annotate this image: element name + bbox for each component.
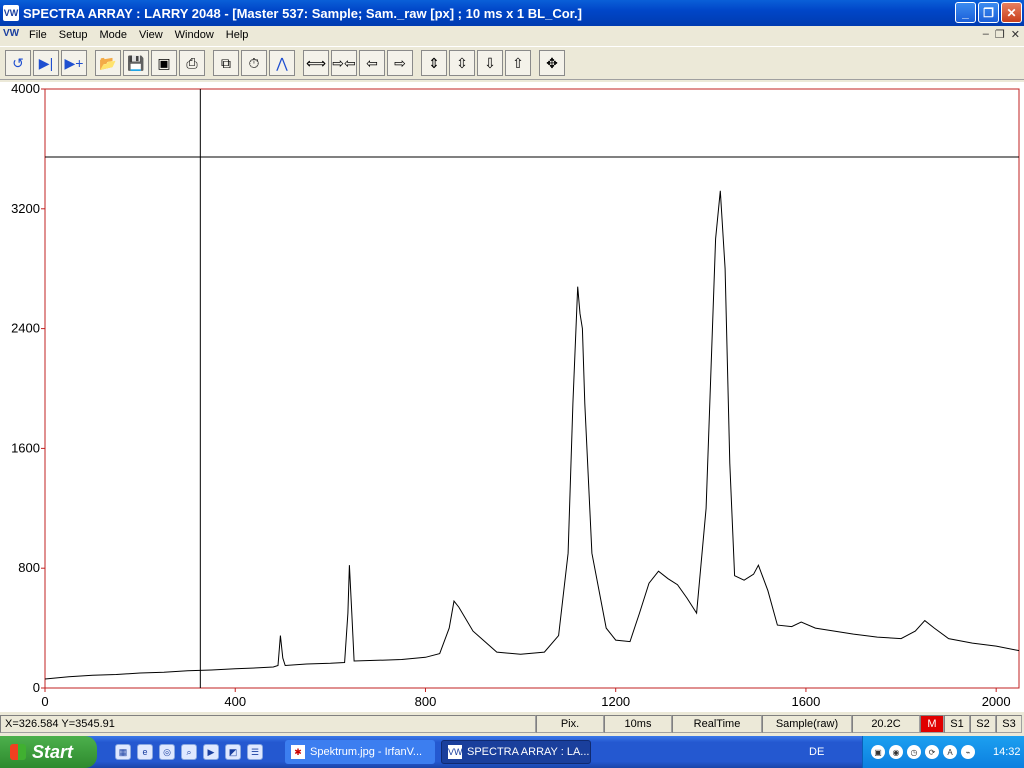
x-tick-label: 1200 bbox=[601, 694, 630, 709]
status-s1[interactable]: S1 bbox=[944, 715, 970, 733]
tray-sync-icon[interactable]: ⟳ bbox=[925, 745, 939, 759]
refresh-icon[interactable]: ↺ bbox=[5, 50, 31, 76]
title-bar: VW SPECTRA ARRAY : LARRY 2048 - [Master … bbox=[0, 0, 1024, 26]
toolbar: ↺ ▶| ▶+ 📂 💾 ▣ ⎙ ⧉ ⏱ ⋀ ⟺ ⇨⇦ ⇦ ⇨ ⇕ ⇳ ⇩ ⇧ ✥ bbox=[0, 46, 1024, 80]
x-tick-label: 0 bbox=[41, 694, 48, 709]
y-tick-label: 3200 bbox=[11, 201, 40, 216]
tray-clock-icon[interactable]: ◷ bbox=[907, 745, 921, 759]
close-button[interactable]: ✕ bbox=[1001, 2, 1022, 23]
start-label: Start bbox=[32, 741, 74, 762]
mdi-controls: – ❐ ✕ bbox=[983, 28, 1020, 41]
task-irfanview-label: Spektrum.jpg - IrfanV... bbox=[310, 746, 423, 758]
menu-view[interactable]: View bbox=[133, 29, 169, 41]
spectrum-chart[interactable]: 0 800 1600 2400 3200 4000 0 400 800 1200 1600 2000 bbox=[0, 81, 1024, 712]
arrow-right-icon[interactable]: ⇨ bbox=[387, 50, 413, 76]
status-time: 10ms bbox=[604, 715, 672, 733]
minimize-button[interactable]: _ bbox=[955, 2, 976, 23]
menu-setup[interactable]: Setup bbox=[53, 29, 94, 41]
peak-icon[interactable]: ⋀ bbox=[269, 50, 295, 76]
windows-flag-icon bbox=[10, 744, 26, 760]
tray-power-icon[interactable]: ⌁ bbox=[961, 745, 975, 759]
status-bar: X=326.584 Y=3545.91 Pix. 10ms RealTime S… bbox=[0, 714, 1024, 734]
open-folder-icon[interactable]: 📂 bbox=[95, 50, 121, 76]
task-spectra-label: SPECTRA ARRAY : LA... bbox=[467, 746, 590, 758]
step-icon[interactable]: ▶| bbox=[33, 50, 59, 76]
quicklaunch-explorer-icon[interactable]: ◩ bbox=[225, 744, 241, 760]
status-s3[interactable]: S3 bbox=[996, 715, 1022, 733]
restore-button[interactable]: ❐ bbox=[978, 2, 999, 23]
x-tick-label: 400 bbox=[224, 694, 246, 709]
move-icon[interactable]: ✥ bbox=[539, 50, 565, 76]
mdi-minimize-icon[interactable]: – bbox=[983, 28, 989, 41]
tray-ati-icon[interactable]: A bbox=[943, 745, 957, 759]
status-coords: X=326.584 Y=3545.91 bbox=[0, 715, 536, 733]
irfanview-icon: ✱ bbox=[291, 745, 305, 759]
clock: 14:32 bbox=[993, 746, 1021, 758]
taskbar: Start ▦ e ◎ ⌕ ▶ ◩ ☰ ✱ Spektrum.jpg - Irf… bbox=[0, 736, 1024, 768]
shrink-horizontal-icon[interactable]: ⇨⇦ bbox=[331, 50, 357, 76]
y-tick-label: 0 bbox=[33, 680, 40, 695]
y-tick-label: 1600 bbox=[11, 440, 40, 455]
status-m-badge[interactable]: M bbox=[920, 715, 944, 733]
mdi-window-icon[interactable]: VW bbox=[3, 28, 19, 42]
menu-mode[interactable]: Mode bbox=[93, 29, 133, 41]
spectra-wave-icon: VW bbox=[448, 745, 463, 759]
start-button[interactable]: Start bbox=[0, 736, 97, 768]
menu-bar: VW File Setup Mode View Window Help bbox=[0, 26, 1024, 44]
status-mode: RealTime bbox=[672, 715, 762, 733]
arrow-up-icon[interactable]: ⇧ bbox=[505, 50, 531, 76]
menu-help[interactable]: Help bbox=[220, 29, 255, 41]
plot-frame bbox=[44, 88, 1020, 689]
run-add-icon[interactable]: ▶+ bbox=[61, 50, 87, 76]
mdi-restore-icon[interactable]: ❐ bbox=[995, 28, 1005, 41]
tray-network-icon[interactable]: ▣ bbox=[871, 745, 885, 759]
mdi-close-icon[interactable]: ✕ bbox=[1011, 28, 1020, 41]
x-tick-label: 1600 bbox=[791, 694, 820, 709]
window-title: SPECTRA ARRAY : LARRY 2048 - [Master 537… bbox=[23, 5, 582, 21]
save-icon[interactable]: 💾 bbox=[123, 50, 149, 76]
system-tray: ▣ ◉ ◷ ⟳ A ⌁ 14:32 bbox=[862, 736, 1024, 768]
tray-volume-icon[interactable]: ◉ bbox=[889, 745, 903, 759]
task-spectra-array[interactable]: VW SPECTRA ARRAY : LA... bbox=[441, 740, 591, 764]
expand-horizontal-icon[interactable]: ⟺ bbox=[303, 50, 329, 76]
expand-vertical-icon[interactable]: ⇕ bbox=[421, 50, 447, 76]
status-temperature: 20.2C bbox=[852, 715, 920, 733]
image-icon[interactable]: ▣ bbox=[151, 50, 177, 76]
window-controls: _ ❐ ✕ bbox=[955, 2, 1022, 23]
quicklaunch-desktop-icon[interactable]: ▦ bbox=[115, 744, 131, 760]
arrow-down-icon[interactable]: ⇩ bbox=[477, 50, 503, 76]
stopwatch-icon[interactable]: ⏱ bbox=[241, 50, 267, 76]
y-tick-label: 4000 bbox=[11, 82, 40, 96]
status-s2[interactable]: S2 bbox=[970, 715, 996, 733]
quicklaunch-notes-icon[interactable]: ☰ bbox=[247, 744, 263, 760]
quicklaunch-media-icon[interactable]: ▶ bbox=[203, 744, 219, 760]
quick-launch: ▦ e ◎ ⌕ ▶ ◩ ☰ bbox=[115, 744, 263, 760]
arrow-left-icon[interactable]: ⇦ bbox=[359, 50, 385, 76]
x-tick-label: 2000 bbox=[982, 694, 1011, 709]
quicklaunch-ie-icon[interactable]: e bbox=[137, 744, 153, 760]
spectrum-plot[interactable]: 0 800 1600 2400 3200 4000 0 400 800 1200 1600 2000 bbox=[0, 81, 1024, 712]
task-irfanview[interactable]: ✱ Spektrum.jpg - IrfanV... bbox=[285, 740, 435, 764]
language-indicator[interactable]: DE bbox=[809, 746, 824, 758]
menu-file[interactable]: File bbox=[23, 29, 53, 41]
y-tick-label: 2400 bbox=[11, 321, 40, 336]
status-source: Sample(raw) bbox=[762, 715, 852, 733]
y-tick-label: 800 bbox=[18, 560, 40, 575]
menu-window[interactable]: Window bbox=[169, 29, 220, 41]
print-icon[interactable]: ⎙ bbox=[179, 50, 205, 76]
quicklaunch-search-icon[interactable]: ⌕ bbox=[181, 744, 197, 760]
spectra-wave-icon[interactable]: VW bbox=[3, 5, 19, 21]
x-tick-label: 800 bbox=[415, 694, 437, 709]
quicklaunch-app-icon[interactable]: ◎ bbox=[159, 744, 175, 760]
copy-icon[interactable]: ⧉ bbox=[213, 50, 239, 76]
shrink-vertical-icon[interactable]: ⇳ bbox=[449, 50, 475, 76]
status-unit: Pix. bbox=[536, 715, 604, 733]
